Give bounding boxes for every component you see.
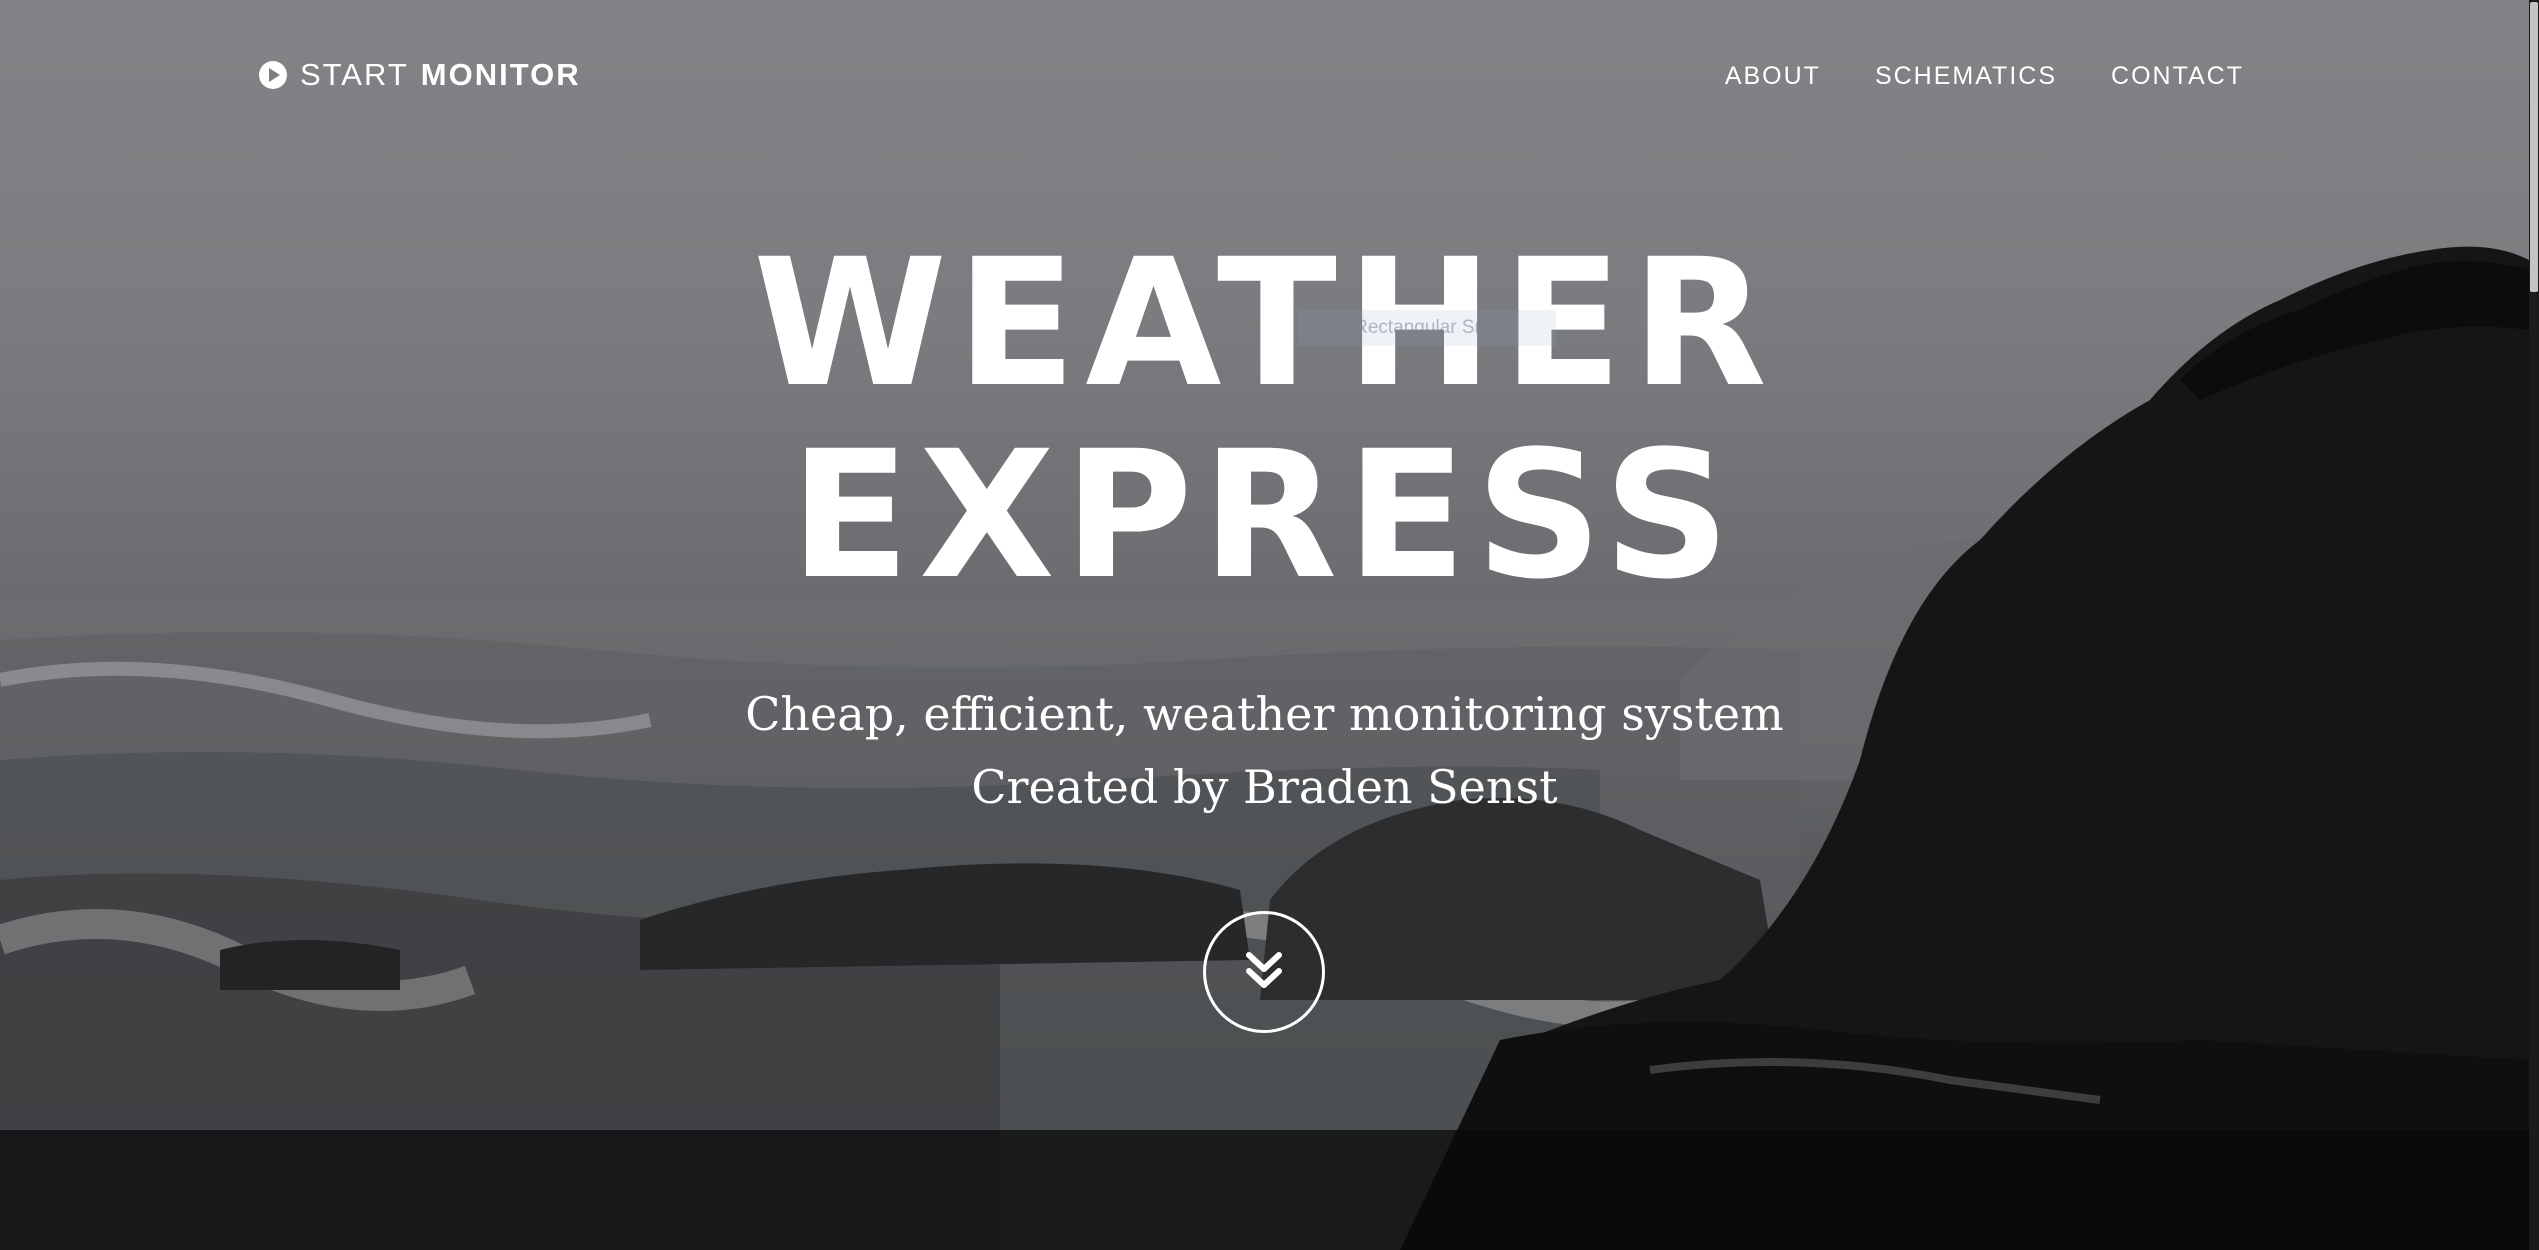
page-scrollbar[interactable] bbox=[2529, 0, 2539, 1250]
hero-background bbox=[0, 0, 2539, 1250]
brand-first-word: START bbox=[300, 57, 409, 92]
nav-item-contact: CONTACT bbox=[2111, 62, 2244, 91]
nav-link-contact[interactable]: CONTACT bbox=[2111, 62, 2244, 90]
hero-title: WEATHER EXPRESS bbox=[0, 228, 2529, 612]
snip-tool-label: Rectangular Snip bbox=[1298, 310, 1556, 346]
double-chevron-down-icon bbox=[1246, 952, 1282, 988]
hero-subtitle-line1: Cheap, efficient, weather monitoring sys… bbox=[745, 687, 1784, 741]
coastal-landscape-image bbox=[0, 246, 2539, 1250]
scroll-down-button[interactable] bbox=[1203, 911, 1325, 1033]
nav-item-about: ABOUT bbox=[1725, 62, 1821, 91]
nav-item-schematics: SCHEMATICS bbox=[1875, 62, 2057, 91]
scrollbar-thumb[interactable] bbox=[2530, 2, 2538, 292]
play-circle-icon bbox=[259, 61, 287, 89]
hero-subtitle-line2: Created by Braden Senst bbox=[971, 760, 1558, 814]
nav-links: ABOUT SCHEMATICS CONTACT bbox=[1725, 62, 2244, 91]
brand-logo-link[interactable]: START MONITOR bbox=[258, 57, 581, 93]
brand-second-word: MONITOR bbox=[420, 57, 581, 92]
nav-link-about[interactable]: ABOUT bbox=[1725, 62, 1821, 90]
hero-title-line2: EXPRESS bbox=[789, 413, 1740, 618]
nav-link-schematics[interactable]: SCHEMATICS bbox=[1875, 62, 2057, 90]
hero-subtitle: Cheap, efficient, weather monitoring sys… bbox=[0, 678, 2529, 824]
hero-title-line1: WEATHER bbox=[752, 221, 1776, 426]
top-navbar: START MONITOR ABOUT SCHEMATICS CONTACT bbox=[0, 0, 2529, 150]
